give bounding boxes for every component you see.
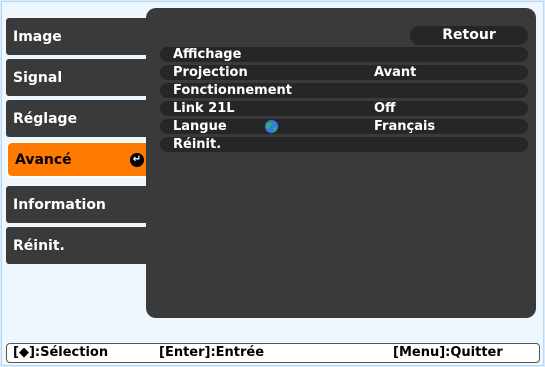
help-select: [◆]:Sélection — [13, 345, 109, 360]
help-enter: [Enter]:Entrée — [159, 345, 265, 360]
row-label: Affichage — [173, 47, 242, 62]
menu-row-fonctionnement[interactable]: Fonctionnement — [160, 83, 528, 98]
row-label: Link 21L — [173, 101, 235, 116]
tab-reinit[interactable]: Réinit. — [6, 227, 154, 264]
tab-signal[interactable]: Signal — [6, 59, 154, 96]
back-button[interactable]: Retour — [410, 26, 528, 45]
tab-label: Signal — [13, 69, 63, 86]
row-label: Langue — [173, 119, 227, 134]
menu-row-projection[interactable]: Projection Avant — [160, 65, 528, 80]
tab-avance[interactable]: Avancé ↵ — [6, 141, 152, 178]
tab-label: Réglage — [13, 110, 78, 127]
menu-row-link21l[interactable]: Link 21L Off — [160, 101, 528, 116]
row-value: Off — [374, 101, 396, 116]
enter-icon: ↵ — [130, 152, 144, 167]
help-quit: [Menu]:Quitter — [393, 345, 503, 360]
row-label: Réinit. — [173, 137, 222, 152]
row-label: Fonctionnement — [173, 83, 293, 98]
globe-icon — [264, 119, 279, 134]
tab-label: Avancé — [15, 151, 72, 168]
tab-reglage[interactable]: Réglage — [6, 100, 154, 137]
row-label: Projection — [173, 65, 248, 80]
tab-image[interactable]: Image — [6, 18, 154, 55]
submenu-panel: Retour Affichage Projection Avant Foncti… — [146, 8, 536, 318]
tab-label: Réinit. — [13, 237, 65, 254]
row-value: Avant — [374, 65, 417, 80]
menu-row-affichage[interactable]: Affichage — [160, 47, 528, 62]
menu-row-langue[interactable]: Langue Français — [160, 119, 528, 134]
tab-label: Information — [13, 196, 106, 213]
help-bar: [◆]:Sélection [Enter]:Entrée [Menu]:Quit… — [6, 343, 540, 363]
row-value: Français — [374, 119, 436, 134]
tab-information[interactable]: Information — [6, 186, 154, 223]
tab-label: Image — [13, 28, 62, 45]
menu-row-reinit[interactable]: Réinit. — [160, 137, 528, 152]
